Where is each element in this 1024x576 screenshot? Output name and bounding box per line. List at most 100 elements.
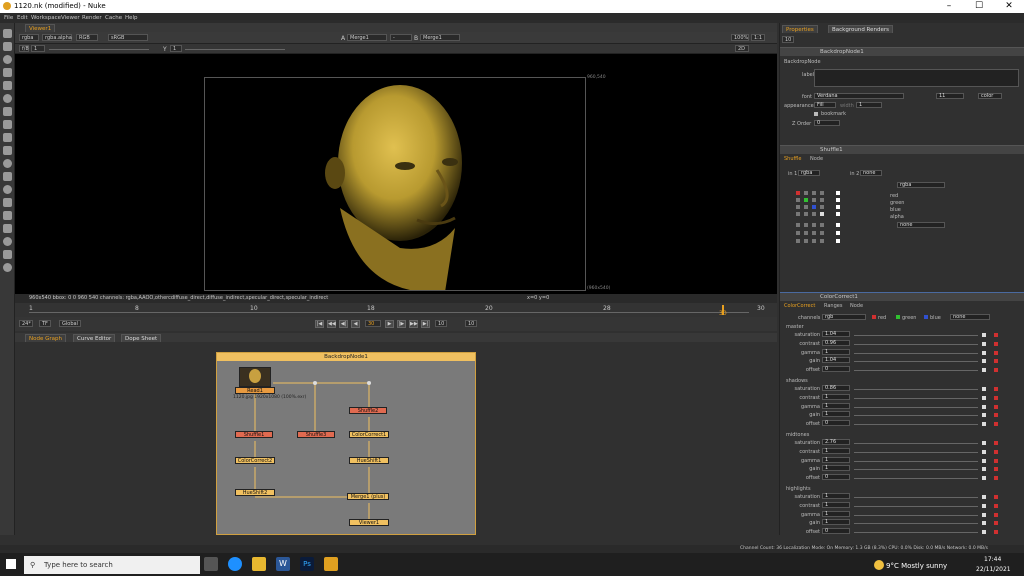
merge-tool-icon[interactable]	[3, 120, 12, 129]
cc-midtones-saturation-color-wheel-icon[interactable]	[994, 441, 998, 445]
word-icon[interactable]: W	[276, 557, 290, 571]
colorcorrect1-node[interactable]: ColorCorrect1	[349, 431, 389, 438]
photoshop-icon[interactable]: Ps	[300, 557, 314, 571]
time-tool-icon[interactable]	[3, 55, 12, 64]
weather-text[interactable]: 9°C Mostly sunny	[886, 562, 947, 570]
menu-render[interactable]: Render	[82, 15, 102, 21]
cc-master-offset-color-wheel-icon[interactable]	[994, 368, 998, 373]
cc-master-saturation-color-picker-icon[interactable]	[982, 333, 986, 337]
image-tool-icon[interactable]	[3, 29, 12, 38]
cc-highlights-saturation-color-picker-icon[interactable]	[982, 495, 986, 499]
cc-midtones-offset-field[interactable]: 0	[822, 474, 850, 481]
hueshift2-node[interactable]: HueShift2	[235, 489, 275, 496]
width-field[interactable]: 1	[856, 102, 882, 108]
cc-master-gamma-color-picker-icon[interactable]	[982, 350, 986, 355]
cc-master-gain-slider[interactable]	[854, 361, 978, 363]
label-textarea[interactable]	[814, 69, 1019, 87]
cc-midtones-saturation-slider[interactable]	[854, 443, 978, 444]
cc-master-gamma-field[interactable]: 1	[822, 348, 850, 355]
gain-field[interactable]: 1	[31, 45, 45, 52]
prev-keyframe-button[interactable]: ◀◀	[327, 320, 336, 328]
minimize-button[interactable]: –	[934, 0, 964, 13]
play-backward-button[interactable]: ◀	[351, 320, 360, 328]
shuffle-panel-header[interactable]: Shuffle1	[780, 145, 1024, 154]
cc-highlights-contrast-field[interactable]: 1	[822, 501, 850, 508]
next-frame-button[interactable]: |▶	[397, 320, 406, 328]
appearance-dropdown[interactable]: Fill	[814, 102, 836, 108]
menu-viewer[interactable]: Viewer	[61, 15, 80, 21]
hueshift1-node[interactable]: HueShift1	[349, 457, 389, 464]
cc-shadows-saturation-slider[interactable]	[854, 389, 978, 390]
fstop-button[interactable]: f/8	[19, 45, 29, 52]
backdrop-node[interactable]: BackdropNode1 Read1 1120.jpg 1920x1080 (…	[216, 352, 476, 535]
viewer1-node[interactable]: Viewer1	[349, 519, 389, 526]
shuffle-node-tab[interactable]: Node	[810, 156, 823, 162]
cara-tool-icon[interactable]	[3, 263, 12, 272]
cc-master-offset-color-picker-icon[interactable]	[982, 368, 986, 373]
blue-checkbox[interactable]	[924, 315, 928, 319]
close-button[interactable]: ✕	[994, 0, 1024, 13]
colorcorrect2-node[interactable]: ColorCorrect2	[235, 457, 275, 464]
furnace-tool-icon[interactable]	[3, 237, 12, 246]
a-input-dropdown[interactable]: Merge1	[347, 34, 387, 41]
cc-shadows-saturation-color-wheel-icon[interactable]	[994, 387, 998, 391]
metadata-tool-icon[interactable]	[3, 172, 12, 181]
3d-tool-icon[interactable]	[3, 146, 12, 155]
cc-node-tab[interactable]: Node	[850, 303, 863, 309]
zoom-dropdown[interactable]: 100%	[731, 34, 749, 41]
fps-field[interactable]: 24*	[19, 320, 33, 327]
cc-midtones-contrast-slider[interactable]	[854, 451, 978, 453]
cc-shadows-contrast-slider[interactable]	[854, 397, 978, 399]
cc-shadows-offset-color-picker-icon[interactable]	[982, 422, 986, 427]
cc-midtones-saturation-field[interactable]: 2.76	[822, 439, 850, 445]
cc-master-contrast-color-picker-icon[interactable]	[982, 341, 986, 346]
font-dropdown[interactable]: Verdana	[814, 93, 904, 99]
color-button[interactable]: color	[978, 93, 1002, 99]
time-format-dropdown[interactable]: TF	[39, 320, 51, 327]
shuffle2-node[interactable]: Shuffle2	[349, 407, 387, 414]
task-view-icon[interactable]	[204, 557, 218, 571]
gamma-slider[interactable]	[185, 49, 285, 50]
cc-shadows-gain-color-picker-icon[interactable]	[982, 413, 986, 418]
cc-midtones-gamma-slider[interactable]	[854, 460, 978, 462]
last-frame-button[interactable]: ▶|	[421, 320, 430, 328]
cc-master-gamma-slider[interactable]	[854, 352, 978, 354]
cc-shadows-offset-color-wheel-icon[interactable]	[994, 422, 998, 427]
cc-shadows-saturation-field[interactable]: 0.86	[822, 385, 850, 391]
taskbar-search[interactable]: ⚲ Type here to search	[24, 556, 200, 574]
ranges-tab[interactable]: Ranges	[824, 303, 842, 309]
cc-shadows-gain-field[interactable]: 1	[822, 411, 850, 418]
cc-midtones-contrast-color-picker-icon[interactable]	[982, 449, 986, 454]
alpha-channel-dropdown[interactable]: rgba.alpha	[42, 34, 72, 41]
cc-midtones-offset-color-wheel-icon[interactable]	[994, 476, 998, 481]
cc-midtones-gamma-field[interactable]: 1	[822, 456, 850, 463]
range-dropdown[interactable]: Global	[59, 320, 81, 327]
play-forward-button[interactable]: ▶	[385, 320, 394, 328]
cc-master-contrast-color-wheel-icon[interactable]	[994, 341, 998, 346]
b-input-dropdown[interactable]: Merge1	[420, 34, 460, 41]
green-checkbox[interactable]	[896, 315, 900, 319]
cc-master-offset-field[interactable]: 0	[822, 366, 850, 373]
cc-midtones-contrast-color-wheel-icon[interactable]	[994, 449, 998, 454]
in2-dropdown[interactable]: none	[860, 170, 882, 176]
cc-highlights-gamma-slider[interactable]	[854, 514, 978, 516]
cc-master-contrast-field[interactable]: 0.96	[822, 339, 850, 346]
cc-shadows-contrast-field[interactable]: 1	[822, 393, 850, 400]
cc-shadows-contrast-color-wheel-icon[interactable]	[994, 395, 998, 400]
cc-master-saturation-field[interactable]: 1.04	[822, 331, 850, 337]
cc-shadows-gain-color-wheel-icon[interactable]	[994, 413, 998, 418]
cc-master-contrast-slider[interactable]	[854, 343, 978, 345]
cc-highlights-gain-slider[interactable]	[854, 523, 978, 525]
next-keyframe-button[interactable]: ▶▶	[409, 320, 418, 328]
cc-midtones-gain-field[interactable]: 1	[822, 465, 850, 472]
cc-tab[interactable]: ColorCorrect	[784, 303, 815, 309]
cc-highlights-offset-color-wheel-icon[interactable]	[994, 530, 998, 535]
tab-viewer1[interactable]: Viewer1	[25, 24, 56, 32]
tab-properties[interactable]: Properties	[782, 25, 818, 33]
cc-shadows-gamma-color-wheel-icon[interactable]	[994, 404, 998, 409]
cc-midtones-offset-slider[interactable]	[854, 478, 978, 480]
cc-section-shadows[interactable]: shadows	[786, 378, 808, 384]
toolsets-icon[interactable]	[3, 185, 12, 194]
cc-highlights-gain-color-wheel-icon[interactable]	[994, 521, 998, 526]
shuffle-matrix[interactable]	[796, 191, 886, 253]
